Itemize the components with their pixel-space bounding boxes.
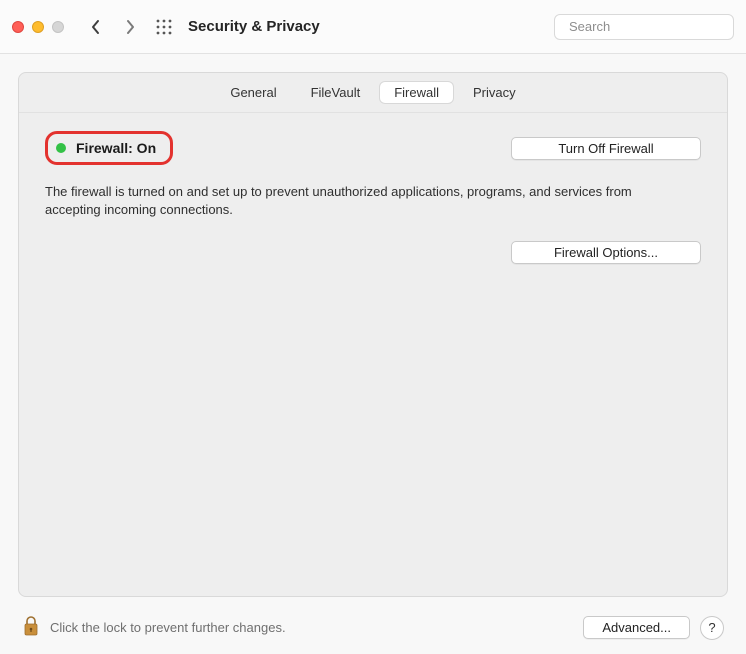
back-button[interactable] (84, 15, 108, 39)
tab-general[interactable]: General (216, 82, 290, 103)
advanced-button[interactable]: Advanced... (583, 616, 690, 639)
firewall-options-button[interactable]: Firewall Options... (511, 241, 701, 264)
firewall-status-highlight: Firewall: On (45, 131, 173, 165)
firewall-status-label: Firewall: On (76, 140, 156, 156)
toolbar: Security & Privacy (0, 0, 746, 54)
tab-firewall[interactable]: Firewall (380, 82, 453, 103)
firewall-content: Firewall: On Turn Off Firewall The firew… (19, 113, 727, 282)
show-all-icon[interactable] (156, 19, 172, 35)
tab-filevault[interactable]: FileVault (297, 82, 375, 103)
search-input[interactable] (569, 19, 745, 34)
tab-bar: General FileVault Firewall Privacy (19, 73, 727, 113)
lock-icon[interactable] (22, 615, 40, 640)
firewall-description: The firewall is turned on and set up to … (45, 183, 685, 219)
traffic-lights (12, 21, 64, 33)
search-field[interactable] (554, 14, 734, 40)
window-title: Security & Privacy (188, 18, 320, 35)
window-footer: Click the lock to prevent further change… (0, 615, 746, 654)
status-indicator-icon (56, 143, 66, 153)
preference-pane: General FileVault Firewall Privacy Firew… (18, 72, 728, 597)
minimize-window-button[interactable] (32, 21, 44, 33)
zoom-window-button[interactable] (52, 21, 64, 33)
turn-off-firewall-button[interactable]: Turn Off Firewall (511, 137, 701, 160)
lock-help-text: Click the lock to prevent further change… (50, 620, 573, 635)
forward-button[interactable] (118, 15, 142, 39)
close-window-button[interactable] (12, 21, 24, 33)
tab-privacy[interactable]: Privacy (459, 82, 530, 103)
help-button[interactable]: ? (700, 616, 724, 640)
